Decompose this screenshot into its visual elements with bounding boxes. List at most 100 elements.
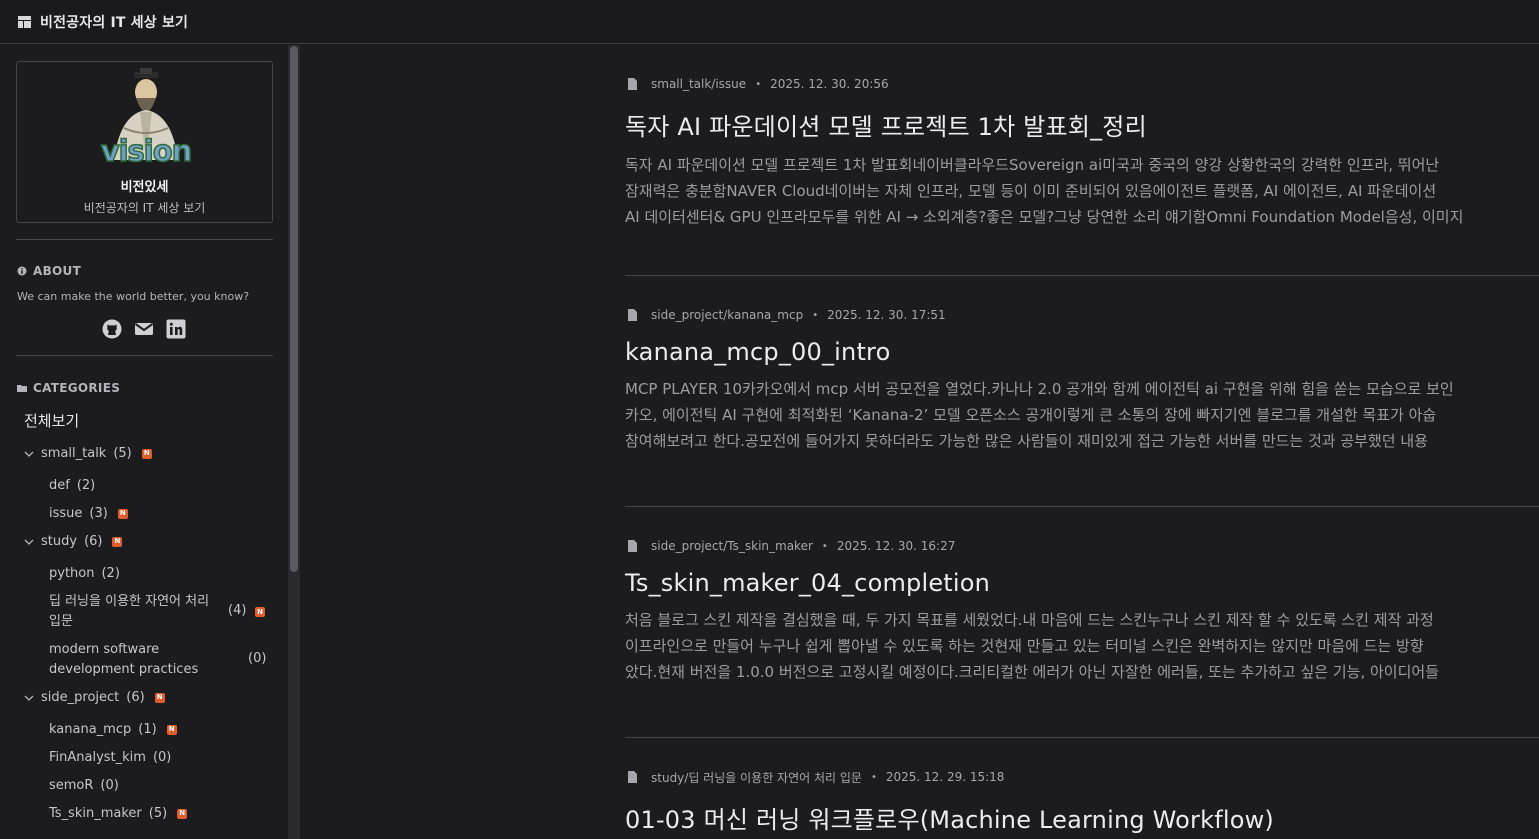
- post-title[interactable]: Ts_skin_maker_04_completion: [625, 569, 1539, 597]
- category-side-project[interactable]: side_project (6) N: [24, 690, 165, 705]
- new-badge: N: [154, 692, 165, 703]
- category-label: def: [49, 478, 70, 493]
- category-count: (6): [126, 690, 145, 705]
- category-label: Ts_skin_maker: [49, 806, 142, 821]
- new-badge: N: [166, 724, 177, 735]
- chevron-down-icon[interactable]: [24, 695, 34, 701]
- meta-separator: •: [870, 771, 877, 783]
- new-badge: N: [177, 808, 188, 819]
- top-bar: 비전공자의 IT 세상 보기: [0, 0, 1539, 44]
- category-study[interactable]: study (6) N: [24, 534, 123, 549]
- category-count: (0): [152, 750, 172, 765]
- post-item: small_talk/issue • 2025. 12. 30. 20:56 독…: [625, 76, 1539, 230]
- meta-separator: •: [821, 540, 828, 552]
- category-count: (2): [76, 478, 96, 493]
- new-badge: N: [112, 536, 123, 547]
- about-text: We can make the world better, you know?: [17, 290, 250, 303]
- category-semor[interactable]: semoR (0): [49, 778, 119, 793]
- post-date: 2025. 12. 30. 20:56: [770, 77, 889, 91]
- profile-card: vision 비전있세 비전공자의 IT 세상 보기: [16, 61, 273, 223]
- post-title[interactable]: kanana_mcp_00_intro: [625, 338, 1539, 366]
- post-category[interactable]: side_project/kanana_mcp: [651, 308, 803, 322]
- post-excerpt[interactable]: 독자 AI 파운데이션 모델 프로젝트 1차 발표회네이버클라우드Soverei…: [625, 152, 1539, 230]
- excerpt-line: AI 데이터센터& GPU 인프라모두를 위한 AI → 소외계층?좋은 모델?…: [625, 208, 1464, 226]
- info-icon: [17, 266, 27, 276]
- about-heading-text: ABOUT: [33, 264, 82, 278]
- excerpt-line: 이프라인으로 만들어 누구나 쉽게 뽑아낼 수 있도록 하는 것현재 만들고 있…: [625, 637, 1424, 655]
- post-list: small_talk/issue • 2025. 12. 30. 20:56 독…: [300, 45, 1539, 839]
- new-badge: N: [141, 448, 152, 459]
- folder-icon: [17, 383, 27, 393]
- category-label: issue: [49, 506, 83, 521]
- category-python[interactable]: python (2): [49, 566, 120, 581]
- category-small-talk[interactable]: small_talk (5) N: [24, 446, 152, 461]
- post-item: side_project/kanana_mcp • 2025. 12. 30. …: [625, 307, 1539, 454]
- category-count: (3): [89, 506, 108, 521]
- post-excerpt[interactable]: 처음 블로그 스킨 제작을 결심했을 때, 두 가지 목표를 세웠었다.내 마음…: [625, 607, 1539, 685]
- categories-heading-text: CATEGORIES: [33, 381, 121, 395]
- category-label: kanana_mcp: [49, 722, 132, 737]
- post-date: 2025. 12. 30. 17:51: [827, 308, 946, 322]
- category-count: (5): [148, 806, 168, 821]
- excerpt-line: MCP PLAYER 10카카오에서 mcp 서버 공모전을 열었다.카나나 2…: [625, 380, 1454, 398]
- category-label: python: [49, 566, 95, 581]
- post-category[interactable]: side_project/Ts_skin_maker: [651, 539, 813, 553]
- document-icon: [628, 309, 637, 321]
- post-category[interactable]: study/딥 러닝을 이용한 자연어 처리 입문: [651, 769, 862, 786]
- category-label: small_talk: [41, 446, 107, 461]
- excerpt-line: 처음 블로그 스킨 제작을 결심했을 때, 두 가지 목표를 세웠었다.내 마음…: [625, 611, 1434, 629]
- document-icon: [628, 78, 637, 90]
- category-finanalyst[interactable]: FinAnalyst_kim (0): [49, 750, 171, 765]
- excerpt-line: 았다.현재 버전을 1.0.0 버전으로 고정시킬 예정이다.크리티컬한 에러가…: [625, 663, 1439, 681]
- category-issue[interactable]: issue (3) N: [49, 506, 128, 521]
- sidebar-scrollbar-thumb[interactable]: [290, 46, 298, 572]
- category-def[interactable]: def (2): [49, 478, 95, 493]
- post-date: 2025. 12. 29. 15:18: [885, 770, 1005, 784]
- post-category[interactable]: small_talk/issue: [651, 77, 746, 91]
- divider: [16, 239, 273, 240]
- category-label: FinAnalyst_kim: [49, 750, 146, 765]
- new-badge-nlp: N: [255, 607, 265, 617]
- excerpt-line: 잠재력은 충분함NAVER Cloud네이버는 자체 인프라, 모델 등이 이미…: [625, 182, 1437, 200]
- avatar-logo-text: vision: [100, 133, 193, 169]
- chevron-down-icon[interactable]: [24, 539, 34, 545]
- linkedin-icon[interactable]: [166, 319, 186, 339]
- divider: [16, 355, 273, 356]
- category-count: (0): [248, 651, 267, 666]
- category-count: (4): [228, 603, 247, 618]
- about-heading: ABOUT: [17, 264, 81, 278]
- post-meta: side_project/Ts_skin_maker • 2025. 12. 3…: [625, 538, 1539, 554]
- category-kanana-mcp[interactable]: kanana_mcp (1) N: [49, 722, 177, 737]
- category-all[interactable]: 전체보기: [24, 410, 79, 431]
- chevron-down-icon[interactable]: [24, 451, 34, 457]
- sidebar: vision 비전있세 비전공자의 IT 세상 보기 ABOUT We can …: [0, 45, 288, 839]
- document-icon: [628, 771, 637, 783]
- categories-heading: CATEGORIES: [17, 381, 120, 395]
- post-item: study/딥 러닝을 이용한 자연어 처리 입문 • 2025. 12. 29…: [625, 769, 1539, 835]
- document-icon: [628, 540, 637, 552]
- post-title[interactable]: 독자 AI 파운데이션 모델 프로젝트 1차 발표회_정리: [625, 107, 1539, 142]
- excerpt-line: 독자 AI 파운데이션 모델 프로젝트 1차 발표회네이버클라우드Soverei…: [625, 156, 1440, 174]
- new-badge: N: [255, 607, 265, 617]
- category-nlp[interactable]: 딥 러닝을 이용한 자연어 처리 입문: [49, 592, 215, 632]
- post-meta: side_project/kanana_mcp • 2025. 12. 30. …: [625, 307, 1539, 323]
- blog-title[interactable]: 비전공자의 IT 세상 보기: [40, 12, 188, 32]
- excerpt-line: 카오, 에이전틱 AI 구현에 최적화된 ‘Kanana-2’ 모델 오픈소스 …: [625, 406, 1437, 424]
- new-badge: N: [117, 508, 128, 519]
- post-excerpt[interactable]: MCP PLAYER 10카카오에서 mcp 서버 공모전을 열었다.카나나 2…: [625, 376, 1539, 454]
- category-count: (2): [101, 566, 120, 581]
- github-icon[interactable]: [102, 319, 122, 339]
- category-count: (1): [138, 722, 157, 737]
- profile-subtitle: 비전공자의 IT 세상 보기: [83, 201, 206, 215]
- category-label: semoR: [49, 778, 94, 793]
- category-ts-skin-maker[interactable]: Ts_skin_maker (5) N: [49, 806, 188, 821]
- social-links: [102, 319, 186, 339]
- post-divider: [625, 506, 1539, 507]
- category-count: (5): [113, 446, 132, 461]
- meta-separator: •: [755, 78, 762, 90]
- mail-icon[interactable]: [134, 319, 154, 339]
- post-title[interactable]: 01-03 머신 러닝 워크플로우(Machine Learning Workf…: [625, 800, 1539, 835]
- profile-name: 비전있세: [120, 180, 169, 195]
- post-divider: [625, 275, 1539, 276]
- category-msd[interactable]: modern software development practices: [49, 640, 244, 680]
